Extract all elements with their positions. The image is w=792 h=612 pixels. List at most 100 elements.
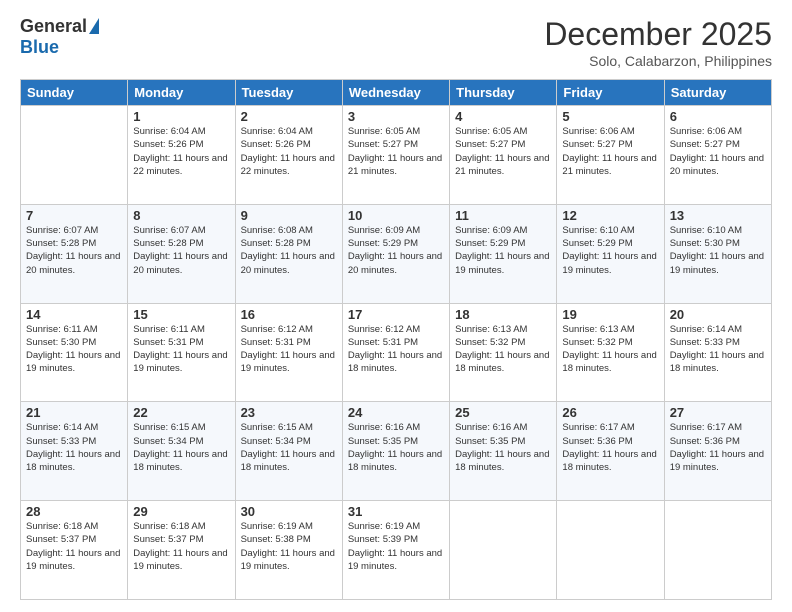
day-of-week-header: Monday xyxy=(128,80,235,106)
day-number: 4 xyxy=(455,109,551,124)
calendar-cell: 6Sunrise: 6:06 AMSunset: 5:27 PMDaylight… xyxy=(664,106,771,205)
day-of-week-header: Sunday xyxy=(21,80,128,106)
day-of-week-header: Wednesday xyxy=(342,80,449,106)
calendar-cell: 5Sunrise: 6:06 AMSunset: 5:27 PMDaylight… xyxy=(557,106,664,205)
day-number: 22 xyxy=(133,405,229,420)
day-info: Sunrise: 6:10 AMSunset: 5:30 PMDaylight:… xyxy=(670,224,766,277)
day-number: 5 xyxy=(562,109,658,124)
day-info: Sunrise: 6:14 AMSunset: 5:33 PMDaylight:… xyxy=(670,323,766,376)
day-number: 14 xyxy=(26,307,122,322)
day-number: 6 xyxy=(670,109,766,124)
day-info: Sunrise: 6:11 AMSunset: 5:30 PMDaylight:… xyxy=(26,323,122,376)
calendar-week-row: 1Sunrise: 6:04 AMSunset: 5:26 PMDaylight… xyxy=(21,106,772,205)
logo-general-text: General xyxy=(20,16,87,37)
day-info: Sunrise: 6:05 AMSunset: 5:27 PMDaylight:… xyxy=(348,125,444,178)
day-info: Sunrise: 6:13 AMSunset: 5:32 PMDaylight:… xyxy=(562,323,658,376)
calendar-cell: 15Sunrise: 6:11 AMSunset: 5:31 PMDayligh… xyxy=(128,303,235,402)
day-info: Sunrise: 6:06 AMSunset: 5:27 PMDaylight:… xyxy=(670,125,766,178)
calendar-cell xyxy=(21,106,128,205)
day-info: Sunrise: 6:14 AMSunset: 5:33 PMDaylight:… xyxy=(26,421,122,474)
calendar-table: SundayMondayTuesdayWednesdayThursdayFrid… xyxy=(20,79,772,600)
calendar-cell: 27Sunrise: 6:17 AMSunset: 5:36 PMDayligh… xyxy=(664,402,771,501)
calendar-cell: 21Sunrise: 6:14 AMSunset: 5:33 PMDayligh… xyxy=(21,402,128,501)
calendar-cell xyxy=(450,501,557,600)
day-number: 12 xyxy=(562,208,658,223)
day-info: Sunrise: 6:08 AMSunset: 5:28 PMDaylight:… xyxy=(241,224,337,277)
day-info: Sunrise: 6:17 AMSunset: 5:36 PMDaylight:… xyxy=(562,421,658,474)
calendar-cell: 12Sunrise: 6:10 AMSunset: 5:29 PMDayligh… xyxy=(557,204,664,303)
day-number: 13 xyxy=(670,208,766,223)
calendar-week-row: 14Sunrise: 6:11 AMSunset: 5:30 PMDayligh… xyxy=(21,303,772,402)
day-info: Sunrise: 6:06 AMSunset: 5:27 PMDaylight:… xyxy=(562,125,658,178)
calendar-cell: 9Sunrise: 6:08 AMSunset: 5:28 PMDaylight… xyxy=(235,204,342,303)
logo-blue-text: Blue xyxy=(20,37,59,58)
day-info: Sunrise: 6:07 AMSunset: 5:28 PMDaylight:… xyxy=(26,224,122,277)
logo: General Blue xyxy=(20,16,99,58)
day-number: 16 xyxy=(241,307,337,322)
day-info: Sunrise: 6:12 AMSunset: 5:31 PMDaylight:… xyxy=(241,323,337,376)
day-info: Sunrise: 6:19 AMSunset: 5:38 PMDaylight:… xyxy=(241,520,337,573)
day-info: Sunrise: 6:16 AMSunset: 5:35 PMDaylight:… xyxy=(455,421,551,474)
day-info: Sunrise: 6:04 AMSunset: 5:26 PMDaylight:… xyxy=(241,125,337,178)
header-right: December 2025 Solo, Calabarzon, Philippi… xyxy=(544,16,772,69)
day-info: Sunrise: 6:13 AMSunset: 5:32 PMDaylight:… xyxy=(455,323,551,376)
calendar-cell: 13Sunrise: 6:10 AMSunset: 5:30 PMDayligh… xyxy=(664,204,771,303)
day-number: 19 xyxy=(562,307,658,322)
calendar-cell: 30Sunrise: 6:19 AMSunset: 5:38 PMDayligh… xyxy=(235,501,342,600)
day-number: 30 xyxy=(241,504,337,519)
calendar-cell xyxy=(664,501,771,600)
day-number: 28 xyxy=(26,504,122,519)
calendar-cell: 4Sunrise: 6:05 AMSunset: 5:27 PMDaylight… xyxy=(450,106,557,205)
day-number: 26 xyxy=(562,405,658,420)
day-info: Sunrise: 6:16 AMSunset: 5:35 PMDaylight:… xyxy=(348,421,444,474)
calendar-cell: 8Sunrise: 6:07 AMSunset: 5:28 PMDaylight… xyxy=(128,204,235,303)
day-number: 27 xyxy=(670,405,766,420)
day-number: 11 xyxy=(455,208,551,223)
day-info: Sunrise: 6:07 AMSunset: 5:28 PMDaylight:… xyxy=(133,224,229,277)
day-info: Sunrise: 6:04 AMSunset: 5:26 PMDaylight:… xyxy=(133,125,229,178)
day-of-week-header: Tuesday xyxy=(235,80,342,106)
day-info: Sunrise: 6:09 AMSunset: 5:29 PMDaylight:… xyxy=(455,224,551,277)
calendar-cell: 14Sunrise: 6:11 AMSunset: 5:30 PMDayligh… xyxy=(21,303,128,402)
calendar-cell: 25Sunrise: 6:16 AMSunset: 5:35 PMDayligh… xyxy=(450,402,557,501)
calendar-cell: 26Sunrise: 6:17 AMSunset: 5:36 PMDayligh… xyxy=(557,402,664,501)
day-number: 24 xyxy=(348,405,444,420)
day-of-week-header: Thursday xyxy=(450,80,557,106)
day-of-week-header: Saturday xyxy=(664,80,771,106)
calendar-week-row: 21Sunrise: 6:14 AMSunset: 5:33 PMDayligh… xyxy=(21,402,772,501)
day-number: 1 xyxy=(133,109,229,124)
header: General Blue December 2025 Solo, Calabar… xyxy=(20,16,772,69)
calendar-cell: 20Sunrise: 6:14 AMSunset: 5:33 PMDayligh… xyxy=(664,303,771,402)
day-number: 7 xyxy=(26,208,122,223)
day-number: 15 xyxy=(133,307,229,322)
calendar-cell: 11Sunrise: 6:09 AMSunset: 5:29 PMDayligh… xyxy=(450,204,557,303)
day-number: 31 xyxy=(348,504,444,519)
calendar-header-row: SundayMondayTuesdayWednesdayThursdayFrid… xyxy=(21,80,772,106)
calendar-cell: 1Sunrise: 6:04 AMSunset: 5:26 PMDaylight… xyxy=(128,106,235,205)
calendar-cell: 3Sunrise: 6:05 AMSunset: 5:27 PMDaylight… xyxy=(342,106,449,205)
calendar-cell: 10Sunrise: 6:09 AMSunset: 5:29 PMDayligh… xyxy=(342,204,449,303)
calendar-cell: 17Sunrise: 6:12 AMSunset: 5:31 PMDayligh… xyxy=(342,303,449,402)
day-info: Sunrise: 6:09 AMSunset: 5:29 PMDaylight:… xyxy=(348,224,444,277)
day-info: Sunrise: 6:19 AMSunset: 5:39 PMDaylight:… xyxy=(348,520,444,573)
logo-triangle-icon xyxy=(89,18,99,34)
calendar-cell: 2Sunrise: 6:04 AMSunset: 5:26 PMDaylight… xyxy=(235,106,342,205)
day-info: Sunrise: 6:17 AMSunset: 5:36 PMDaylight:… xyxy=(670,421,766,474)
day-number: 21 xyxy=(26,405,122,420)
day-info: Sunrise: 6:18 AMSunset: 5:37 PMDaylight:… xyxy=(26,520,122,573)
day-info: Sunrise: 6:12 AMSunset: 5:31 PMDaylight:… xyxy=(348,323,444,376)
calendar-cell: 23Sunrise: 6:15 AMSunset: 5:34 PMDayligh… xyxy=(235,402,342,501)
day-number: 18 xyxy=(455,307,551,322)
calendar-cell: 24Sunrise: 6:16 AMSunset: 5:35 PMDayligh… xyxy=(342,402,449,501)
day-number: 9 xyxy=(241,208,337,223)
month-title: December 2025 xyxy=(544,16,772,53)
day-number: 23 xyxy=(241,405,337,420)
location: Solo, Calabarzon, Philippines xyxy=(544,53,772,69)
calendar-cell: 16Sunrise: 6:12 AMSunset: 5:31 PMDayligh… xyxy=(235,303,342,402)
day-number: 17 xyxy=(348,307,444,322)
calendar-cell: 22Sunrise: 6:15 AMSunset: 5:34 PMDayligh… xyxy=(128,402,235,501)
calendar-week-row: 7Sunrise: 6:07 AMSunset: 5:28 PMDaylight… xyxy=(21,204,772,303)
calendar-cell: 29Sunrise: 6:18 AMSunset: 5:37 PMDayligh… xyxy=(128,501,235,600)
day-info: Sunrise: 6:15 AMSunset: 5:34 PMDaylight:… xyxy=(133,421,229,474)
calendar-cell: 19Sunrise: 6:13 AMSunset: 5:32 PMDayligh… xyxy=(557,303,664,402)
